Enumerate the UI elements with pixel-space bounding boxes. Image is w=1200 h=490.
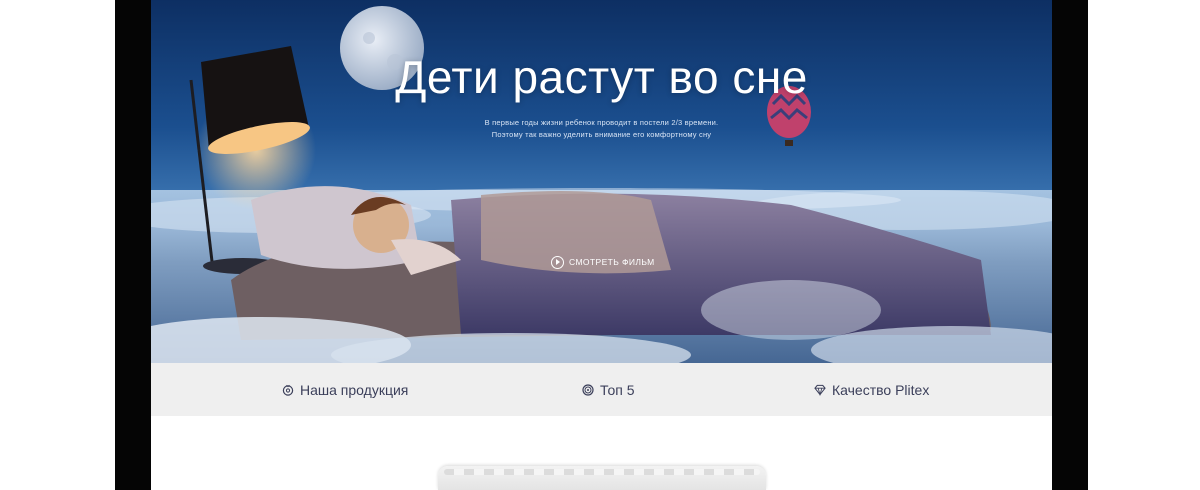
nav-item-label: Топ 5 xyxy=(600,381,635,398)
hero-banner: Дети растут во сне В первые годы жизни р… xyxy=(151,0,1052,363)
diamond-icon xyxy=(814,384,826,396)
nav-item-top5[interactable]: Топ 5 xyxy=(582,363,635,416)
section-nav: Наша продукция Топ 5 Качество Plitex xyxy=(151,363,1052,416)
device-bezel-left xyxy=(115,0,151,490)
play-icon xyxy=(551,255,564,269)
hero-title: Дети растут во сне xyxy=(395,51,808,103)
top5-icon xyxy=(582,383,594,396)
nav-item-quality[interactable]: Качество Plitex xyxy=(814,363,929,416)
mattress-quilting xyxy=(444,469,760,475)
device-bezel-right xyxy=(1052,0,1088,490)
mattress-image xyxy=(438,466,766,490)
watch-film-label: СМОТРЕТЬ ФИЛЬМ xyxy=(569,257,655,267)
device-screen: Дети растут во сне В первые годы жизни р… xyxy=(151,0,1052,490)
watch-film-button[interactable]: СМОТРЕТЬ ФИЛЬМ xyxy=(551,253,655,271)
hero-subtitle-line-1: В первые годы жизни ребенок проводит в п… xyxy=(484,118,719,127)
hero-subtitle-line-2: Поэтому так важно уделить внимание его к… xyxy=(491,130,712,139)
product-icon xyxy=(282,384,294,396)
nav-item-products[interactable]: Наша продукция xyxy=(282,363,408,416)
nav-item-label: Наша продукция xyxy=(300,381,409,398)
nav-item-label: Качество Plitex xyxy=(832,381,930,398)
